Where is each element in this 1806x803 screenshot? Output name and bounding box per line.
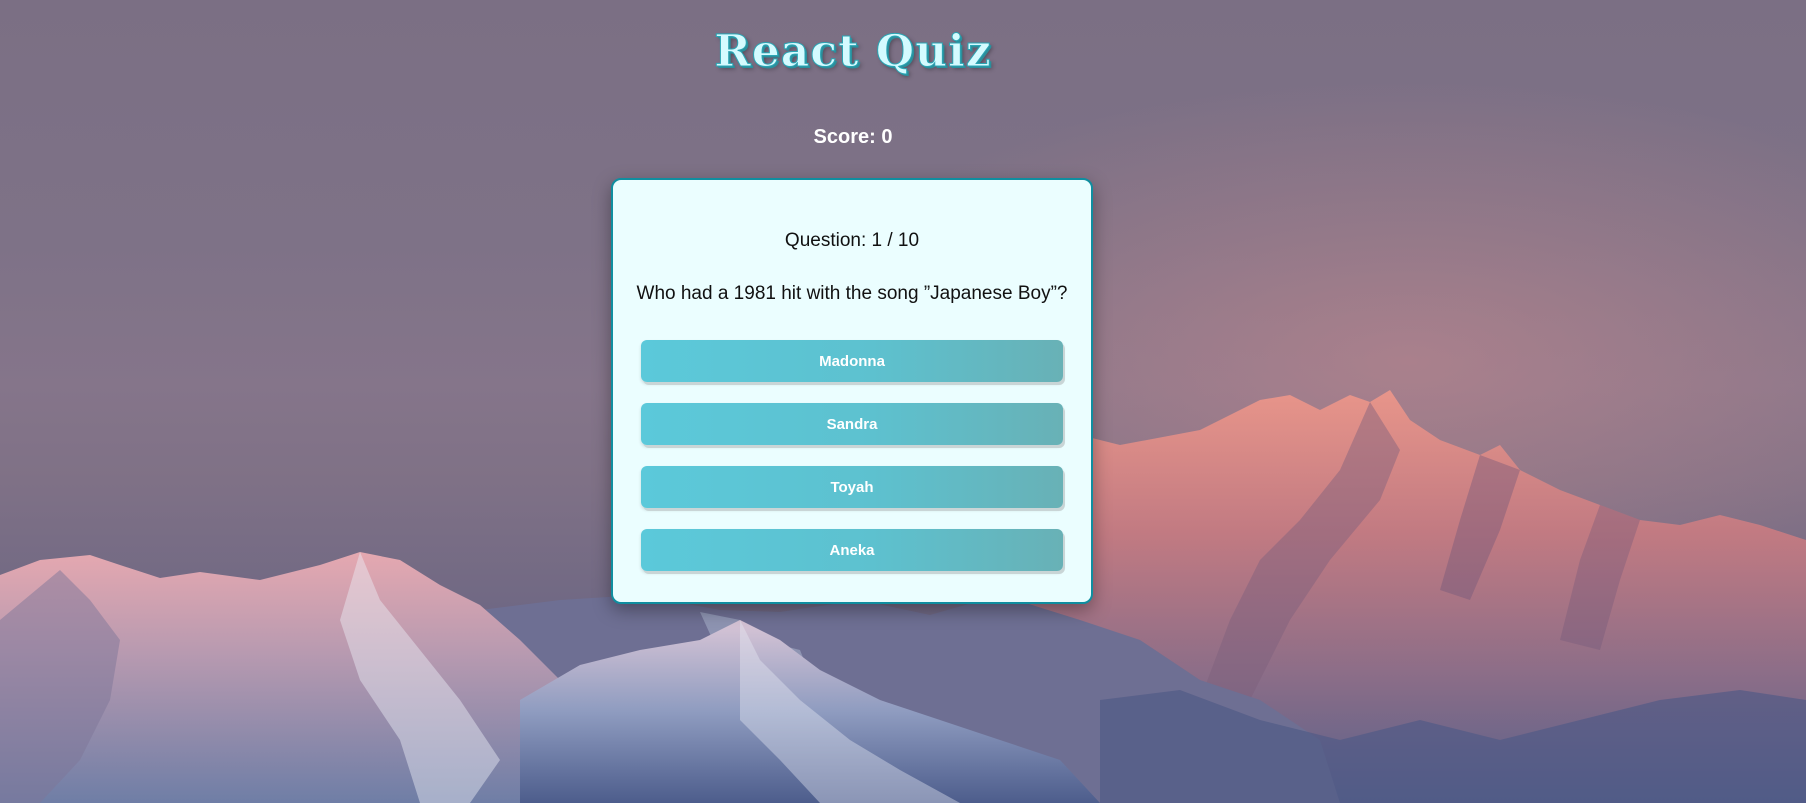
question-counter: Question: 1 / 10 bbox=[784, 230, 920, 251]
score-label: Score: 0 bbox=[813, 126, 893, 148]
answer-button-madonna[interactable]: Madonna bbox=[641, 340, 1063, 382]
answer-list: Madonna Sandra Toyah Aneka bbox=[641, 340, 1063, 592]
quiz-card: Question: 1 / 10 Who had a 1981 hit with… bbox=[611, 178, 1093, 604]
answer-button-sandra[interactable]: Sandra bbox=[641, 403, 1063, 445]
question-text: Who had a 1981 hit with the song ”Japane… bbox=[636, 283, 1068, 304]
answer-button-toyah[interactable]: Toyah bbox=[641, 466, 1063, 508]
answer-button-aneka[interactable]: Aneka bbox=[641, 529, 1063, 571]
app-title: React Quiz bbox=[714, 26, 992, 78]
